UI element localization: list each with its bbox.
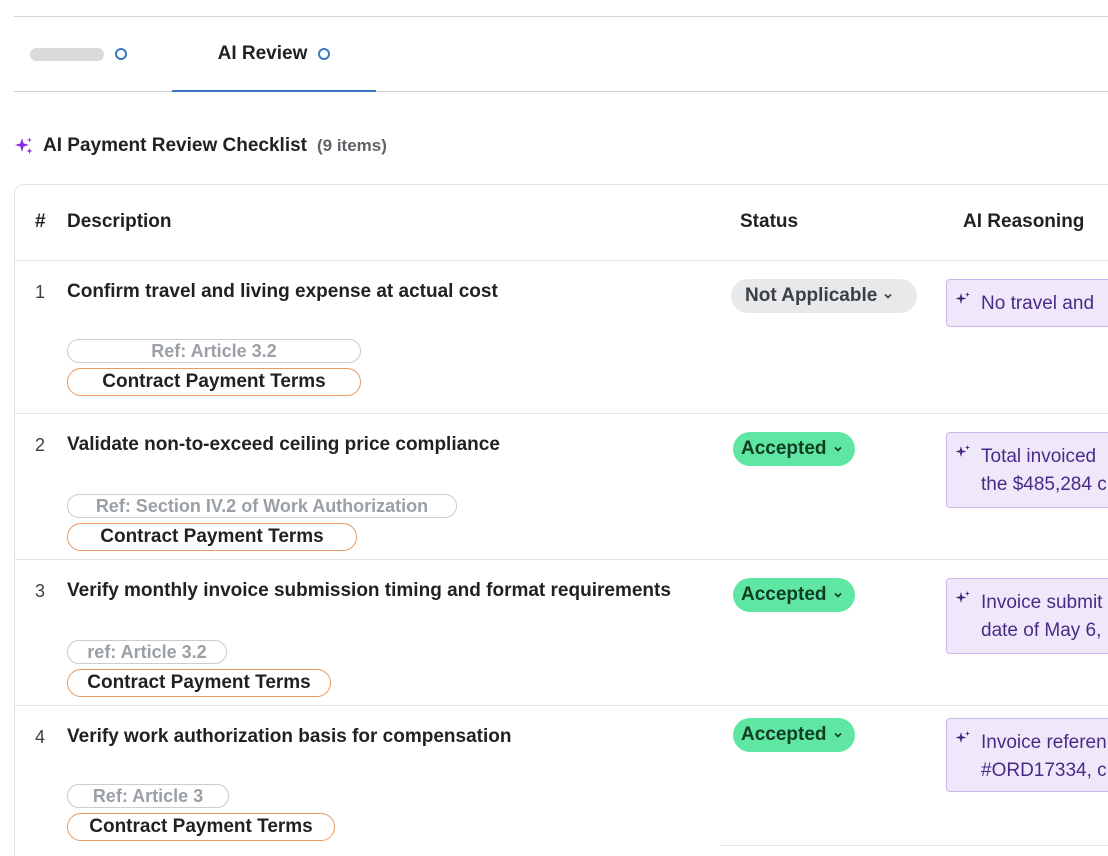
chevron-down-icon (833, 592, 842, 598)
sparkle-icon (955, 292, 970, 304)
checklist-table: # Description Status AI Reasoning 1 Conf… (14, 184, 1108, 856)
row-divider (721, 845, 1108, 846)
row-description: Confirm travel and living expense at act… (67, 281, 498, 302)
row-number: 3 (35, 581, 46, 601)
status-label: Accepted (741, 438, 827, 459)
status-dropdown[interactable]: Not Applicable (731, 279, 917, 313)
row-description: Validate non-to-exceed ceiling price com… (67, 434, 500, 455)
reference-pill: ref: Article 3.2 (67, 640, 227, 664)
sparkle-icon (955, 731, 970, 743)
ai-reasoning-line: No travel and (981, 293, 1095, 314)
status-label: Not Applicable (745, 285, 878, 306)
header-ai-reasoning: AI Reasoning (963, 211, 1085, 232)
sparkle-icon (15, 137, 33, 154)
sparkle-icon (955, 591, 970, 603)
status-label: Accepted (741, 584, 827, 605)
header-status: Status (740, 211, 799, 232)
tab-ai-review[interactable]: AI Review (172, 17, 376, 92)
ai-reasoning-line: Invoice submit (981, 592, 1103, 613)
ai-reasoning-box: Total invoiced the $485,284 c (946, 432, 1108, 508)
reference-pill: Ref: Article 3 (67, 784, 229, 808)
table-row: 2 Validate non-to-exceed ceiling price c… (15, 414, 1108, 560)
table-row: 1 Confirm travel and living expense at a… (15, 261, 1108, 414)
ai-review-page: AI Review AI Payment Review Checklist (9… (0, 0, 1108, 856)
row-number: 4 (35, 727, 46, 747)
circle-outline-icon (318, 48, 331, 60)
source-pill: Contract Payment Terms (67, 368, 361, 396)
chevron-down-icon (833, 732, 842, 738)
ai-reasoning-line: Invoice referen (981, 732, 1107, 753)
table-header: # Description Status AI Reasoning (15, 185, 1108, 261)
source-pill: Contract Payment Terms (67, 813, 335, 841)
status-dropdown[interactable]: Accepted (733, 578, 855, 612)
chevron-down-icon (833, 446, 842, 452)
checklist-title: AI Payment Review Checklist (43, 135, 307, 156)
ai-reasoning-line: the $485,284 c (981, 474, 1107, 495)
row-number: 2 (35, 435, 46, 455)
header-description: Description (67, 211, 172, 232)
row-description: Verify work authorization basis for comp… (67, 726, 512, 747)
table-row: 3 Verify monthly invoice submission timi… (15, 560, 1108, 706)
source-pill: Contract Payment Terms (67, 523, 357, 551)
source-pill: Contract Payment Terms (67, 669, 331, 697)
status-dropdown[interactable]: Accepted (733, 718, 855, 752)
ai-reasoning-box: Invoice submit date of May 6, (946, 578, 1108, 654)
ai-reasoning-box: Invoice referen #ORD17334, c (946, 718, 1108, 792)
reference-pill: Ref: Article 3.2 (67, 339, 361, 363)
reference-pill: Ref: Section IV.2 of Work Authorization (67, 494, 457, 518)
header-number: # (35, 211, 46, 232)
tab-placeholder[interactable] (30, 17, 170, 91)
ai-reasoning-box: No travel and (946, 279, 1108, 327)
tab-label-placeholder (30, 47, 104, 61)
checklist-count: (9 items) (317, 136, 387, 155)
row-number: 1 (35, 282, 46, 302)
table-row: 4 Verify work authorization basis for co… (15, 706, 1108, 856)
ai-reasoning-line: date of May 6, (981, 620, 1102, 641)
tab-bar: AI Review (14, 17, 1108, 92)
status-dropdown[interactable]: Accepted (733, 432, 855, 466)
chevron-down-icon (884, 293, 892, 299)
sparkle-icon (955, 445, 970, 457)
ai-reasoning-line: Total invoiced (981, 446, 1097, 467)
ai-reasoning-line: #ORD17334, c (981, 760, 1107, 781)
row-description: Verify monthly invoice submission timing… (67, 580, 671, 601)
circle-outline-icon (115, 48, 127, 60)
status-label: Accepted (741, 724, 827, 745)
tab-label: AI Review (217, 43, 308, 64)
checklist-header: AI Payment Review Checklist (9 items) (14, 133, 387, 159)
